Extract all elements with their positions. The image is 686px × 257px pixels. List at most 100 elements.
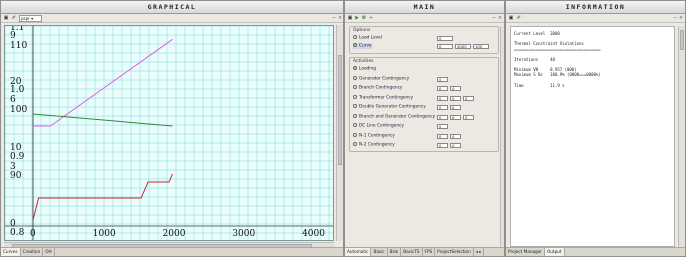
activity-option[interactable]: Generator Contingency: [353, 75, 409, 82]
information-tabs: Project Manager Output: [506, 247, 685, 256]
tab-oh[interactable]: OH: [43, 248, 55, 256]
activity-field[interactable]: 0: [450, 86, 461, 91]
output-line: Time 11.9 s: [514, 83, 565, 88]
tab-project-manager[interactable]: Project Manager: [506, 248, 546, 256]
tab-fps[interactable]: FPS: [423, 248, 436, 256]
vertical-scrollbar[interactable]: [336, 25, 343, 241]
close-icon[interactable]: ×: [678, 15, 684, 21]
plot-selector[interactable]: pspr ▾: [19, 15, 42, 22]
tab-projectselection[interactable]: ProjectSelection: [435, 248, 474, 256]
curve-step-input[interactable]: 100: [473, 44, 489, 49]
settings-icon[interactable]: ⚙: [361, 15, 367, 21]
activity-radio[interactable]: [353, 113, 357, 118]
activity-radio[interactable]: [353, 66, 357, 70]
activity-field[interactable]: 0: [437, 86, 448, 91]
activity-label: Branch and Generator Contingency: [359, 114, 436, 119]
y-tick-label: 90: [10, 171, 22, 181]
graphical-title: GRAPHICAL: [1, 1, 343, 14]
activity-radio[interactable]: [353, 94, 357, 99]
activity-field[interactable]: 0: [437, 95, 448, 101]
curve-option[interactable]: Curve: [353, 43, 372, 49]
y-tick-label: 0.8: [10, 228, 25, 238]
activity-radio[interactable]: [353, 142, 357, 146]
add-icon[interactable]: +: [368, 15, 374, 21]
output-line: Maximum S Bc 100.9% (0000===0000%): [514, 72, 601, 77]
activity-option[interactable]: Branch Contingency: [353, 85, 402, 91]
activity-label: N-2 Contingency: [359, 142, 395, 148]
x-tick-label: 0: [30, 229, 36, 239]
close-icon[interactable]: ×: [337, 15, 343, 21]
x-tick-label: 3000: [232, 229, 256, 239]
activity-option[interactable]: Loading: [353, 66, 376, 72]
activity-field[interactable]: 0: [450, 105, 461, 110]
voltage-plot[interactable]: 1.1 9 110 20 1.0 6 100 10 0.9 3 90 0 0.8 0 1000 2000 30…: [4, 25, 334, 241]
activities-group: Activities Loading Generator Contingency 0…: [349, 57, 499, 152]
y-tick-label: 110: [10, 41, 28, 51]
scroll-thumb[interactable]: [338, 55, 342, 165]
x-tick-label: 4000: [302, 229, 325, 239]
activity-field[interactable]: 0: [463, 114, 474, 120]
info-scroll-thumb[interactable]: [680, 30, 684, 50]
activity-field[interactable]: 0: [437, 105, 448, 110]
curve-start-input[interactable]: 0: [437, 44, 453, 49]
tab-blsk[interactable]: Blsk: [388, 248, 402, 256]
main-tabs: Automatic Basic Blsk BasicTS FPS ProjectSelec…: [345, 247, 504, 256]
radio-curve[interactable]: [353, 43, 357, 47]
activity-option[interactable]: Transformer Contingency: [353, 94, 414, 101]
information-toolbar: ▣ ✐ ─ ×: [506, 14, 685, 23]
run-icon[interactable]: ▶: [354, 15, 360, 21]
save-icon[interactable]: ▣: [508, 15, 514, 21]
tab-output[interactable]: Output: [545, 248, 565, 256]
info-scrollbar[interactable]: [678, 26, 685, 248]
activity-label: DC Line Contingency: [359, 123, 404, 129]
activity-field[interactable]: 0: [437, 114, 448, 120]
radio-load-level[interactable]: [353, 35, 357, 39]
activity-field[interactable]: 0: [450, 133, 461, 139]
tab-basicts[interactable]: BasicTS: [401, 248, 423, 256]
activity-option[interactable]: N-2 Contingency: [353, 142, 395, 148]
output-text-area[interactable]: Current Level 2000 Thermal Constraint Vio…: [510, 26, 675, 247]
activity-radio[interactable]: [353, 85, 357, 89]
activity-field[interactable]: 0: [463, 95, 474, 101]
activity-field[interactable]: 0: [450, 143, 461, 148]
activity-radio[interactable]: [353, 132, 357, 137]
y-tick-label: 1.0: [10, 85, 25, 95]
tab-basic[interactable]: Basic: [371, 248, 388, 256]
save-icon[interactable]: ▣: [347, 15, 353, 21]
activity-field[interactable]: 0: [437, 76, 448, 82]
activity-label: N-1 Contingency: [359, 133, 395, 138]
series-line: [33, 38, 173, 127]
activity-option[interactable]: Branch and Generator Contingency: [353, 113, 436, 120]
tab-automatic[interactable]: Automatic: [345, 248, 372, 256]
activity-field[interactable]: 0: [437, 124, 448, 129]
main-toolbar: ▣ ▶ ⚙ + ─ ×: [345, 14, 504, 23]
save-icon[interactable]: ▣: [3, 15, 9, 21]
y-tick-label: 100: [10, 105, 28, 115]
activity-field[interactable]: 0: [450, 95, 461, 101]
activity-radio[interactable]: [353, 75, 357, 80]
activity-label: Branch Contingency: [359, 85, 403, 91]
tab-nav-icon[interactable]: ◂ ▸: [474, 248, 485, 256]
activity-field[interactable]: 0: [450, 114, 461, 120]
activity-field[interactable]: 0: [437, 133, 448, 139]
pin-icon[interactable]: ✐: [11, 15, 17, 21]
plot-canvas: [5, 26, 333, 240]
load-level-input[interactable]: 0: [437, 36, 453, 41]
activity-option[interactable]: Double Generator Contingency: [353, 104, 426, 110]
pin-icon[interactable]: ✐: [516, 15, 522, 21]
activity-radio[interactable]: [353, 123, 357, 127]
tab-curves[interactable]: Curves: [1, 248, 21, 256]
load-level-option[interactable]: Load Level: [353, 35, 382, 41]
close-icon[interactable]: ×: [497, 15, 503, 21]
output-line: Current Level 2000: [514, 31, 560, 36]
activity-label: Transformer Contingency: [359, 95, 414, 100]
x-tick-label: 1000: [92, 229, 116, 239]
activity-option[interactable]: N-1 Contingency: [353, 132, 395, 139]
activity-label: Loading: [359, 66, 376, 72]
activity-radio[interactable]: [353, 104, 357, 108]
tab-creation[interactable]: Creation: [21, 248, 44, 256]
options-label: Options: [353, 28, 371, 33]
activity-option[interactable]: DC Line Contingency: [353, 123, 404, 129]
activity-field[interactable]: 0: [437, 143, 448, 148]
curve-end-input[interactable]: 4000: [455, 44, 471, 49]
